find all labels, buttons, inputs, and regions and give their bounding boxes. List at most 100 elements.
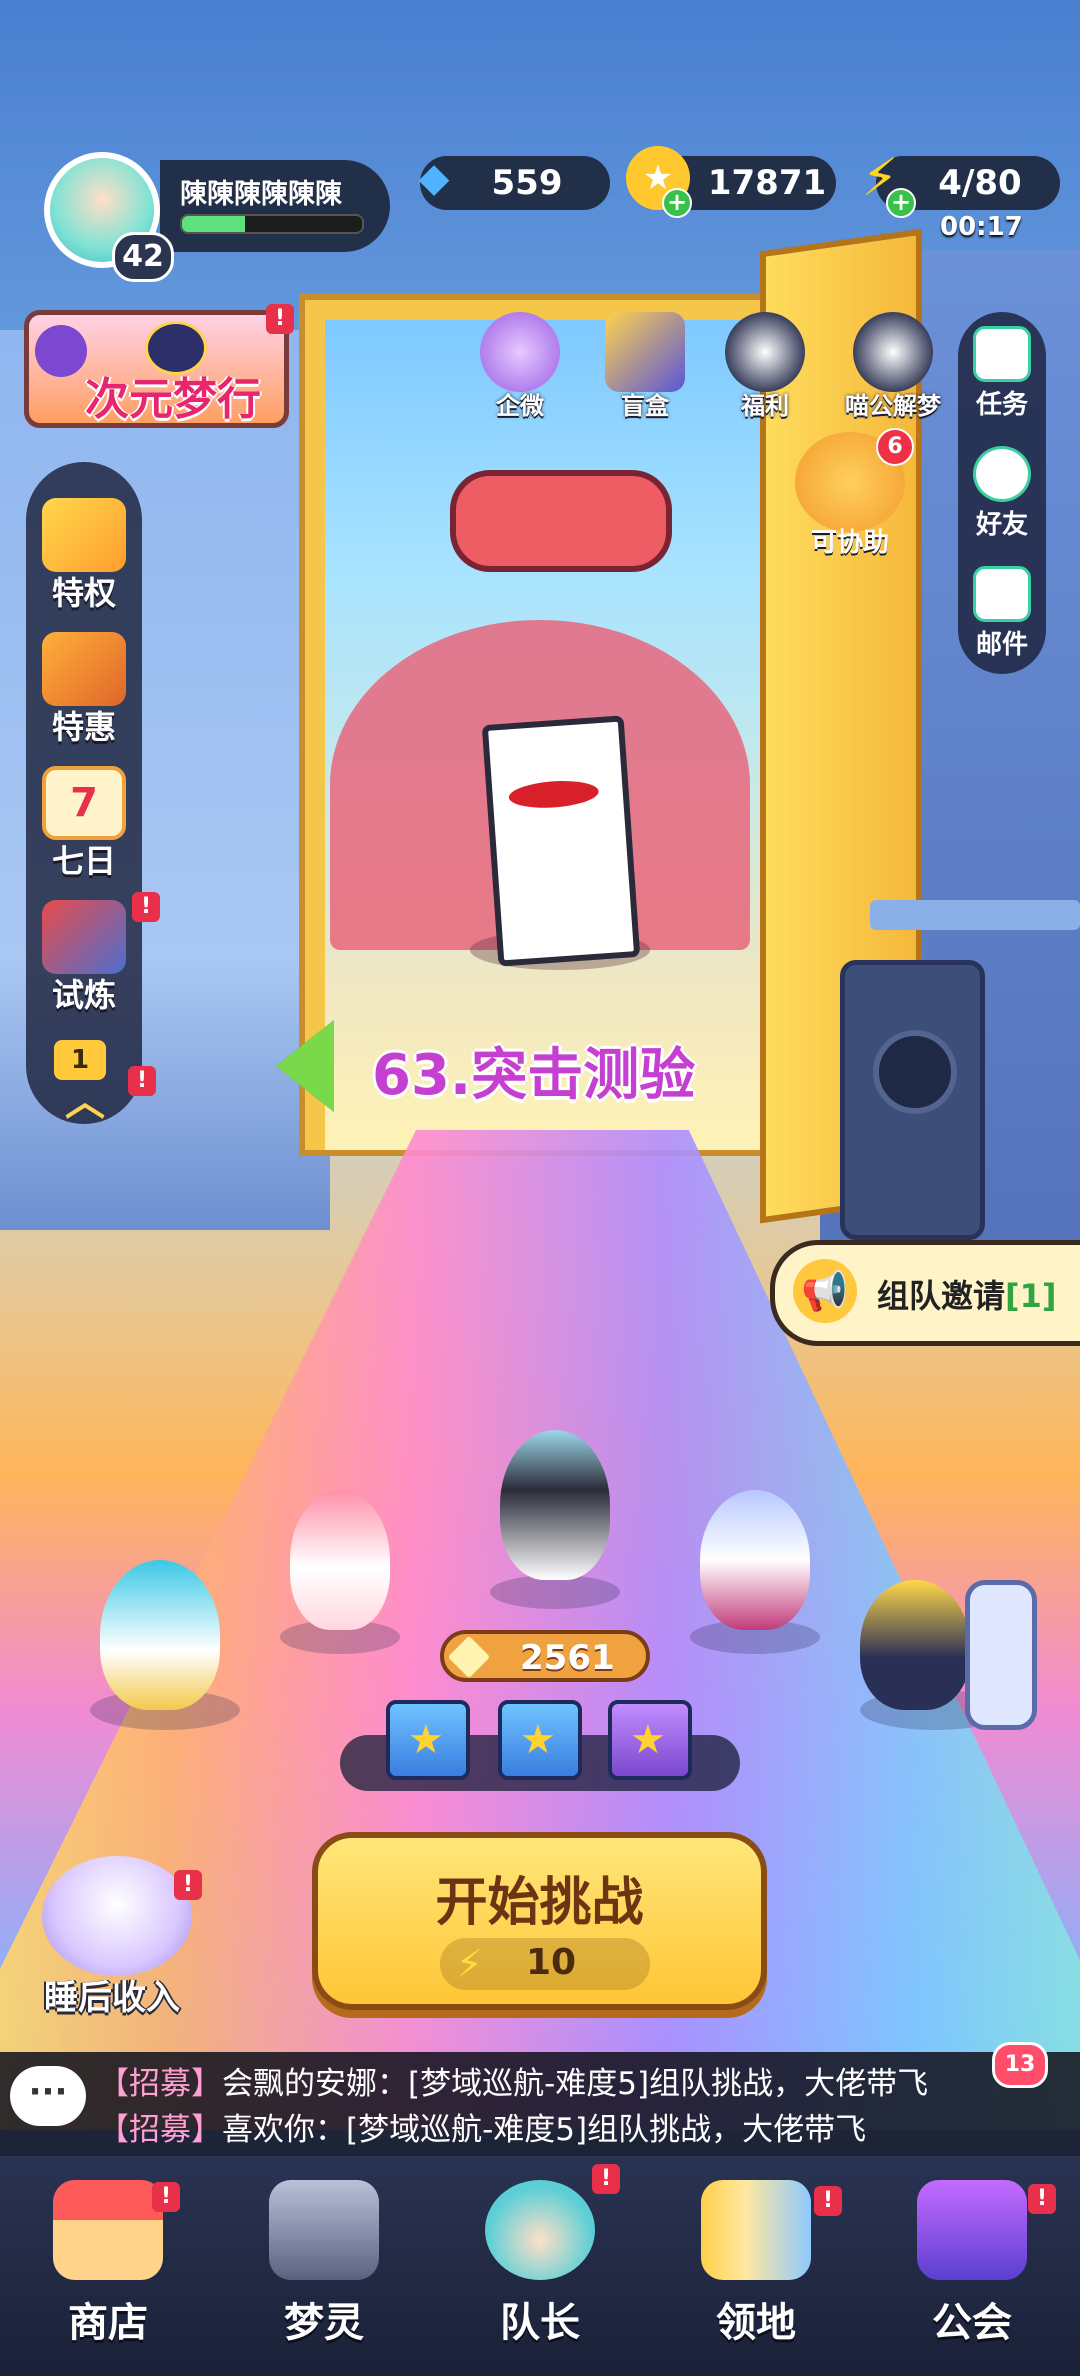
speaker-decoration — [840, 960, 985, 1240]
game-screen: 42 陳陳陳陳陳陳 559 ◆ 17871 ★ + 4/80 ⚡ + 00:17… — [0, 0, 1080, 2376]
star-icon: ★ — [520, 1717, 556, 1763]
extra-menu-alert-badge: ! — [128, 1066, 156, 1096]
menu-label: 试炼 — [51, 976, 116, 1014]
hero-spider-girl[interactable] — [700, 1490, 810, 1630]
blind-box-icon — [605, 312, 685, 392]
add-energy-button[interactable]: + — [886, 188, 916, 218]
trial-cannon-icon — [42, 900, 126, 974]
robot-arch-decoration — [450, 470, 672, 572]
star-icon: ★ — [630, 1717, 666, 1763]
coins-value: 17871 — [707, 163, 827, 203]
feature-welfare[interactable]: 福利 — [715, 312, 815, 421]
team-invite-label: 组队邀请 — [877, 1277, 1006, 1315]
chat-message: 【招募】喜欢你：[梦域巡航-难度5]组队挑战，大佬带飞 — [98, 2104, 866, 2149]
reward-chest[interactable]: ★ — [498, 1700, 582, 1780]
energy-cost-value: 10 — [526, 1942, 577, 1983]
sword-icon — [447, 1635, 491, 1679]
offline-income-label: 睡后收入 — [44, 1978, 180, 2018]
desk-decoration — [870, 900, 1080, 930]
event-banner[interactable]: 次元梦行 — [24, 310, 289, 428]
start-challenge-button[interactable]: 开始挑战 ⚡ 10 — [312, 1832, 767, 2010]
chat-bubble-icon[interactable]: ··· — [10, 2066, 86, 2126]
nav-label: 队长 — [500, 2300, 580, 2346]
seven-day-calendar-icon: 7 — [42, 766, 126, 840]
stage-boss-monster[interactable] — [481, 715, 641, 967]
megaphone-icon: 📢 — [793, 1259, 857, 1323]
right-menu-label: 好友 — [975, 510, 1028, 540]
menu-item-seven-day[interactable]: 7 七日 — [26, 766, 142, 882]
menu-item-privilege[interactable]: 特权 — [26, 498, 142, 614]
menu-label: 七日 — [51, 842, 116, 880]
chat-tag: 【招募】 — [98, 2066, 222, 2102]
menu-item-sale[interactable]: 特惠 — [26, 632, 142, 748]
cat-dream-icon — [853, 312, 933, 392]
privilege-tickets-icon — [42, 498, 126, 572]
collapse-menu-button[interactable]: ︿ — [60, 1082, 110, 1122]
hero-genie[interactable] — [100, 1560, 220, 1710]
extra-menu-icon[interactable]: 1 — [54, 1040, 106, 1080]
gems-value: 559 — [491, 163, 563, 203]
nav-label: 领地 — [716, 2300, 796, 2346]
team-invite-count: [1] — [1005, 1277, 1057, 1315]
reward-chest[interactable]: ★ — [608, 1700, 692, 1780]
nav-territory-alert-badge: ! — [814, 2186, 842, 2216]
chat-text: 喜欢你：[梦域巡航-难度5]组队挑战，大佬带飞 — [222, 2112, 867, 2148]
nav-label: 梦灵 — [284, 2300, 364, 2346]
offline-income-alert-badge: ! — [174, 1870, 202, 1900]
team-invite-button[interactable]: 📢 组队邀请[1] — [770, 1240, 1080, 1346]
chat-unread-badge: 13 — [992, 2042, 1048, 2088]
event-banner-title: 次元梦行 — [85, 374, 261, 425]
territory-door-icon — [701, 2180, 811, 2280]
energy-timer: 00:17 — [940, 212, 1023, 242]
trial-alert-badge: ! — [132, 892, 160, 922]
feature-label: 盲盒 — [621, 392, 669, 420]
event-orb-icon — [35, 325, 87, 377]
add-coins-button[interactable]: + — [662, 188, 692, 218]
shield-icon — [965, 1580, 1037, 1730]
chat-message: 【招募】会飘的安娜：[梦域巡航-难度5]组队挑战，大佬带飞 — [98, 2058, 928, 2103]
nav-captain[interactable]: 队长 — [432, 2170, 648, 2360]
hero-knight[interactable] — [860, 1580, 970, 1710]
assist-count-badge: 6 — [876, 428, 914, 466]
event-alert-badge: ! — [266, 304, 294, 334]
energy-cost: ⚡ 10 — [440, 1938, 650, 1990]
player-level-badge: 42 — [112, 232, 174, 282]
feature-cat-dream[interactable]: 喵公解梦 — [838, 312, 948, 421]
mail-icon — [973, 566, 1031, 622]
hero-nurse[interactable] — [290, 1490, 390, 1630]
menu-label: 特权 — [51, 574, 116, 612]
menu-item-mail[interactable]: 邮件 — [958, 566, 1046, 661]
guild-hat-icon — [917, 2180, 1027, 2280]
team-power-value: 2561 — [520, 1638, 615, 1678]
task-notebook-icon — [973, 326, 1031, 382]
shop-stall-icon — [53, 2180, 163, 2280]
exp-bar-fill — [182, 216, 245, 232]
menu-label: 特惠 — [51, 708, 116, 746]
nav-label: 公会 — [932, 2300, 1012, 2346]
lightning-icon: ⚡ — [456, 1942, 483, 1986]
nav-dream-spirit[interactable]: 梦灵 — [216, 2170, 432, 2360]
menu-item-trial[interactable]: 试炼 — [26, 900, 142, 1016]
feature-wecom[interactable]: 企微 — [470, 312, 570, 421]
hero-shadow — [490, 1575, 620, 1609]
feature-label: 企微 — [496, 392, 544, 420]
dream-spirit-machine-icon — [269, 2180, 379, 2280]
chat-tag: 【招募】 — [98, 2112, 222, 2148]
previous-stage-arrow-icon[interactable] — [276, 1020, 334, 1112]
gift-icon — [480, 312, 560, 392]
stage-title: 63.突击测验 — [372, 1043, 696, 1108]
reward-chest[interactable]: ★ — [386, 1700, 470, 1780]
feature-label: 喵公解梦 — [845, 392, 941, 420]
feature-blind-box[interactable]: 盲盒 — [595, 312, 695, 421]
hero-captain[interactable] — [500, 1430, 610, 1580]
nav-label: 商店 — [68, 2300, 148, 2346]
nav-guild-alert-badge: ! — [1028, 2184, 1056, 2214]
exp-bar — [180, 214, 364, 234]
nav-shop[interactable]: 商店 — [0, 2170, 216, 2360]
captain-portrait-icon — [485, 2180, 595, 2280]
team-power-badge: 2561 — [440, 1630, 650, 1682]
menu-item-friends[interactable]: 好友 — [958, 446, 1046, 541]
menu-item-tasks[interactable]: 任务 — [958, 326, 1046, 421]
sale-box-icon — [42, 632, 126, 706]
gem-icon: ◆ — [418, 155, 450, 201]
